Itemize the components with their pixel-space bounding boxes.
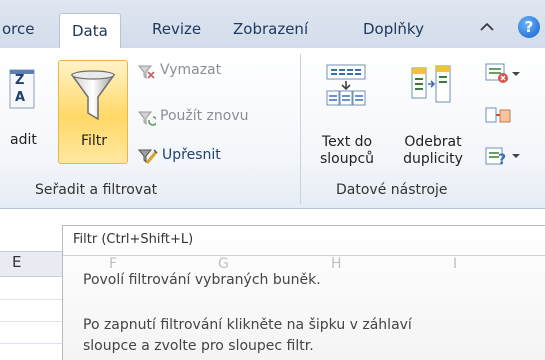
ribbon-data: Z A adit Filtr Vymazat Použít znovu Upře… — [0, 48, 545, 209]
sort-icon-letter-a: A — [15, 90, 26, 105]
filter-button[interactable]: Filtr — [58, 60, 128, 164]
group-separator — [300, 54, 301, 204]
tab-vzorce[interactable]: orce — [2, 20, 35, 38]
clear-filter-label: Vymazat — [160, 62, 222, 78]
collapse-ribbon-icon[interactable] — [479, 19, 495, 37]
reapply-filter-label: Použít znovu — [160, 108, 249, 124]
reapply-filter-command[interactable]: Použít znovu — [138, 108, 288, 128]
data-validation-button[interactable] — [484, 62, 524, 86]
ghost-column-letter-f: F — [109, 256, 118, 272]
remove-duplicates-label-1: Odebrat — [404, 134, 462, 150]
tooltip-line-1: Povolí filtrování vybraných buněk. — [83, 272, 321, 288]
what-if-analysis-icon: ? — [485, 147, 520, 168]
sort-button-label: adit — [10, 132, 37, 148]
sort-button[interactable]: Z A adit — [0, 60, 52, 164]
sort-icon-letter-z: Z — [15, 73, 25, 88]
ghost-column-letter-i: I — [453, 256, 458, 272]
ribbon-tab-bar: orce Data Revize Zobrazení Doplňky ? — [0, 0, 545, 49]
tooltip-divider — [63, 255, 545, 256]
reapply-filter-icon — [138, 111, 156, 126]
svg-text:?: ? — [498, 152, 506, 168]
data-validation-icon — [485, 63, 520, 83]
clear-filter-icon — [138, 65, 155, 80]
gridline — [0, 343, 62, 344]
column-header-e[interactable]: E — [12, 253, 21, 271]
remove-duplicates-icon — [411, 65, 451, 103]
ghost-column-letter-h: H — [331, 256, 342, 272]
gridline — [0, 321, 62, 322]
remove-duplicates-label-2: duplicity — [403, 151, 463, 167]
filter-button-label: Filtr — [80, 133, 108, 149]
advanced-filter-label: Upřesnit — [162, 147, 221, 163]
group-label-sort-filter: Seřadit a filtrovat — [35, 182, 158, 198]
ghost-column-letter-g: G — [218, 256, 229, 272]
tooltip-line-3: sloupce a zvolte pro sloupec filtr. — [83, 338, 314, 354]
text-to-columns-label-2: sloupců — [319, 151, 375, 167]
text-to-columns-icon — [326, 64, 366, 106]
advanced-filter-icon — [138, 149, 158, 164]
tab-revize[interactable]: Revize — [152, 20, 201, 38]
gridline — [0, 299, 62, 300]
what-if-analysis-button[interactable]: ? — [484, 144, 524, 168]
text-to-columns-button[interactable]: Text do sloupců — [308, 58, 384, 167]
help-icon[interactable]: ? — [518, 16, 540, 38]
tooltip-title: Filtr (Ctrl+Shift+L) — [73, 232, 194, 247]
tab-zobrazeni[interactable]: Zobrazení — [233, 20, 308, 38]
remove-duplicates-button[interactable]: Odebrat duplicity — [392, 58, 472, 167]
tab-doplnky[interactable]: Doplňky — [363, 20, 424, 38]
tooltip-line-2: Po zapnutí filtrování klikněte na šipku … — [83, 317, 412, 333]
consolidate-button[interactable] — [484, 104, 514, 128]
text-to-columns-label-1: Text do — [321, 134, 373, 150]
funnel-icon — [70, 70, 116, 121]
consolidate-icon — [485, 107, 511, 123]
clear-filter-command[interactable]: Vymazat — [138, 62, 258, 82]
group-label-data-tools: Datové nástroje — [336, 182, 448, 198]
advanced-filter-command[interactable]: Upřesnit — [138, 146, 258, 168]
tab-data[interactable]: Data — [59, 13, 121, 49]
filter-tooltip: Filtr (Ctrl+Shift+L) F G H I Povolí filt… — [62, 225, 545, 360]
